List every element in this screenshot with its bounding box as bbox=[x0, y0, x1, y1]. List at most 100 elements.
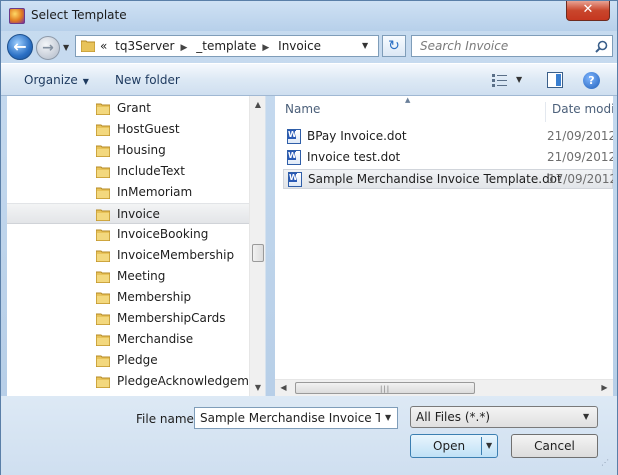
folder-icon bbox=[96, 145, 110, 157]
folder-icon bbox=[96, 376, 110, 388]
tree-item[interactable]: Invoice bbox=[7, 203, 249, 224]
folder-icon bbox=[96, 209, 110, 221]
folder-icon bbox=[96, 292, 110, 304]
scrollbar-thumb[interactable]: ||| bbox=[295, 382, 475, 394]
tree-item-label: Meeting bbox=[117, 269, 166, 283]
tree-item[interactable]: Meeting bbox=[7, 266, 249, 287]
open-button[interactable]: Open ▼ bbox=[410, 434, 498, 458]
word-document-icon bbox=[288, 172, 302, 187]
cancel-button[interactable]: Cancel bbox=[511, 434, 598, 458]
file-name: Sample Merchandise Invoice Template.dot bbox=[308, 172, 562, 186]
scroll-right-icon[interactable]: ▶ bbox=[596, 380, 613, 396]
folder-icon bbox=[96, 313, 110, 325]
breadcrumb-item-invoice[interactable]: Invoice bbox=[278, 39, 321, 53]
file-date: 17/09/2012 1 bbox=[548, 172, 613, 186]
chevron-down-icon: ▼ bbox=[583, 412, 590, 421]
folder-icon bbox=[96, 229, 110, 241]
address-dropdown[interactable]: ▼ bbox=[362, 41, 368, 50]
chevron-right-icon[interactable]: ▶ bbox=[262, 43, 269, 53]
chevron-down-icon[interactable]: ▼ bbox=[385, 413, 391, 422]
tree-item[interactable]: InvoiceMembership bbox=[7, 245, 249, 266]
forward-button[interactable]: → bbox=[36, 36, 60, 60]
tree-item[interactable]: MembershipCards bbox=[7, 308, 249, 329]
sort-ascending-icon: ▲ bbox=[405, 96, 411, 104]
file-name: Invoice test.dot bbox=[307, 150, 401, 164]
tree-item-label: Grant bbox=[117, 101, 151, 115]
chevron-down-icon: ▼ bbox=[82, 77, 89, 86]
back-button[interactable]: ← bbox=[7, 34, 33, 60]
navigation-bar: ← → ▼ « tq3Server ▶ _template ▶ Invoice ▼ … bbox=[1, 31, 617, 63]
tree-item-label: InMemoriam bbox=[117, 185, 193, 199]
address-bar[interactable]: « tq3Server ▶ _template ▶ Invoice ▼ bbox=[75, 35, 379, 57]
new-folder-button[interactable]: New folder bbox=[115, 73, 180, 87]
tree-item[interactable]: InMemoriam bbox=[7, 182, 249, 203]
scroll-left-icon[interactable]: ◀ bbox=[275, 380, 292, 396]
tree-item-label: HostGuest bbox=[117, 122, 180, 136]
files-horizontal-scrollbar[interactable]: ◀ ||| ▶ bbox=[275, 379, 613, 396]
tree-item[interactable]: Housing bbox=[7, 140, 249, 161]
organize-label: Organize bbox=[24, 73, 78, 87]
breadcrumb-item-tq3server[interactable]: tq3Server bbox=[115, 39, 174, 53]
word-document-icon bbox=[287, 150, 301, 165]
file-row[interactable]: Sample Merchandise Invoice Template.dot1… bbox=[283, 169, 613, 189]
tree-item-label: Membership bbox=[117, 290, 192, 304]
file-name-input[interactable]: Sample Merchandise Invoice Tem ▼ bbox=[194, 407, 398, 429]
tree-item-label: InvoiceBooking bbox=[117, 227, 209, 241]
open-options-dropdown[interactable]: ▼ bbox=[486, 441, 492, 450]
column-header-date-modified[interactable]: Date modifie bbox=[545, 102, 613, 122]
resize-grip-icon[interactable]: ⋰ bbox=[601, 458, 609, 467]
refresh-icon: ↻ bbox=[388, 38, 400, 54]
tree-item[interactable]: Membership bbox=[7, 287, 249, 308]
organize-button[interactable]: Organize ▼ bbox=[24, 73, 89, 87]
search-icon[interactable] bbox=[595, 40, 608, 53]
app-icon bbox=[9, 8, 25, 24]
close-button[interactable]: ✕ bbox=[566, 1, 610, 21]
tree-item[interactable]: Grant bbox=[7, 98, 249, 119]
folder-icon bbox=[96, 250, 110, 262]
search-box[interactable]: Search Invoice bbox=[411, 35, 613, 57]
tree-vertical-scrollbar[interactable]: ▲ ▼ bbox=[249, 96, 265, 396]
scroll-up-icon[interactable]: ▲ bbox=[250, 96, 265, 113]
folder-icon bbox=[96, 166, 110, 178]
help-icon[interactable]: ? bbox=[583, 72, 600, 89]
tree-item[interactable]: IncludeText bbox=[7, 161, 249, 182]
folder-icon bbox=[96, 271, 110, 283]
tree-item[interactable]: InvoiceBooking bbox=[7, 224, 249, 245]
file-name-label: File name: bbox=[136, 412, 198, 426]
views-icon[interactable] bbox=[491, 73, 509, 87]
file-type-select[interactable]: All Files (*.*) ▼ bbox=[410, 406, 598, 428]
title-bar: Select Template ✕ bbox=[1, 1, 617, 31]
arrow-left-icon: ← bbox=[13, 37, 27, 56]
folder-icon bbox=[96, 355, 110, 367]
file-date: 21/09/2012 3 bbox=[547, 129, 613, 143]
breadcrumb-overflow[interactable]: « bbox=[100, 39, 107, 53]
grip-icon: ||| bbox=[380, 385, 391, 393]
file-name-value: Sample Merchandise Invoice Tem bbox=[200, 411, 380, 425]
file-row[interactable]: BPay Invoice.dot 21/09/2012 3 bbox=[283, 127, 613, 147]
tree-item[interactable]: Merchandise bbox=[7, 329, 249, 350]
breadcrumb-item-template[interactable]: _template bbox=[196, 39, 256, 53]
preview-pane-icon[interactable] bbox=[547, 72, 563, 88]
scroll-down-icon[interactable]: ▼ bbox=[250, 379, 265, 396]
recent-pages-dropdown[interactable]: ▼ bbox=[63, 43, 69, 52]
file-date: 21/09/2012 3 bbox=[547, 150, 613, 164]
tree-item-label: Pledge bbox=[117, 353, 158, 367]
file-row[interactable]: Invoice test.dot 21/09/2012 3 bbox=[283, 148, 613, 168]
dialog-footer: File name: Sample Merchandise Invoice Te… bbox=[1, 396, 617, 475]
folder-icon bbox=[96, 124, 110, 136]
refresh-button[interactable]: ↻ bbox=[382, 35, 406, 57]
tree-item-label: Housing bbox=[117, 143, 166, 157]
tree-item[interactable]: Pledge bbox=[7, 350, 249, 371]
scrollbar-thumb[interactable] bbox=[252, 244, 264, 262]
chevron-right-icon[interactable]: ▶ bbox=[180, 43, 187, 53]
folder-icon bbox=[96, 103, 110, 115]
word-document-icon bbox=[287, 129, 301, 144]
views-dropdown[interactable]: ▼ bbox=[516, 75, 522, 84]
column-header-name[interactable]: Name bbox=[285, 102, 320, 116]
split-divider bbox=[481, 437, 482, 455]
open-label: Open bbox=[433, 439, 466, 453]
tree-item-label: Merchandise bbox=[117, 332, 194, 346]
search-input[interactable]: Search Invoice bbox=[420, 39, 508, 53]
tree-item[interactable]: PledgeAcknowledgemen bbox=[7, 371, 264, 392]
tree-item[interactable]: HostGuest bbox=[7, 119, 249, 140]
